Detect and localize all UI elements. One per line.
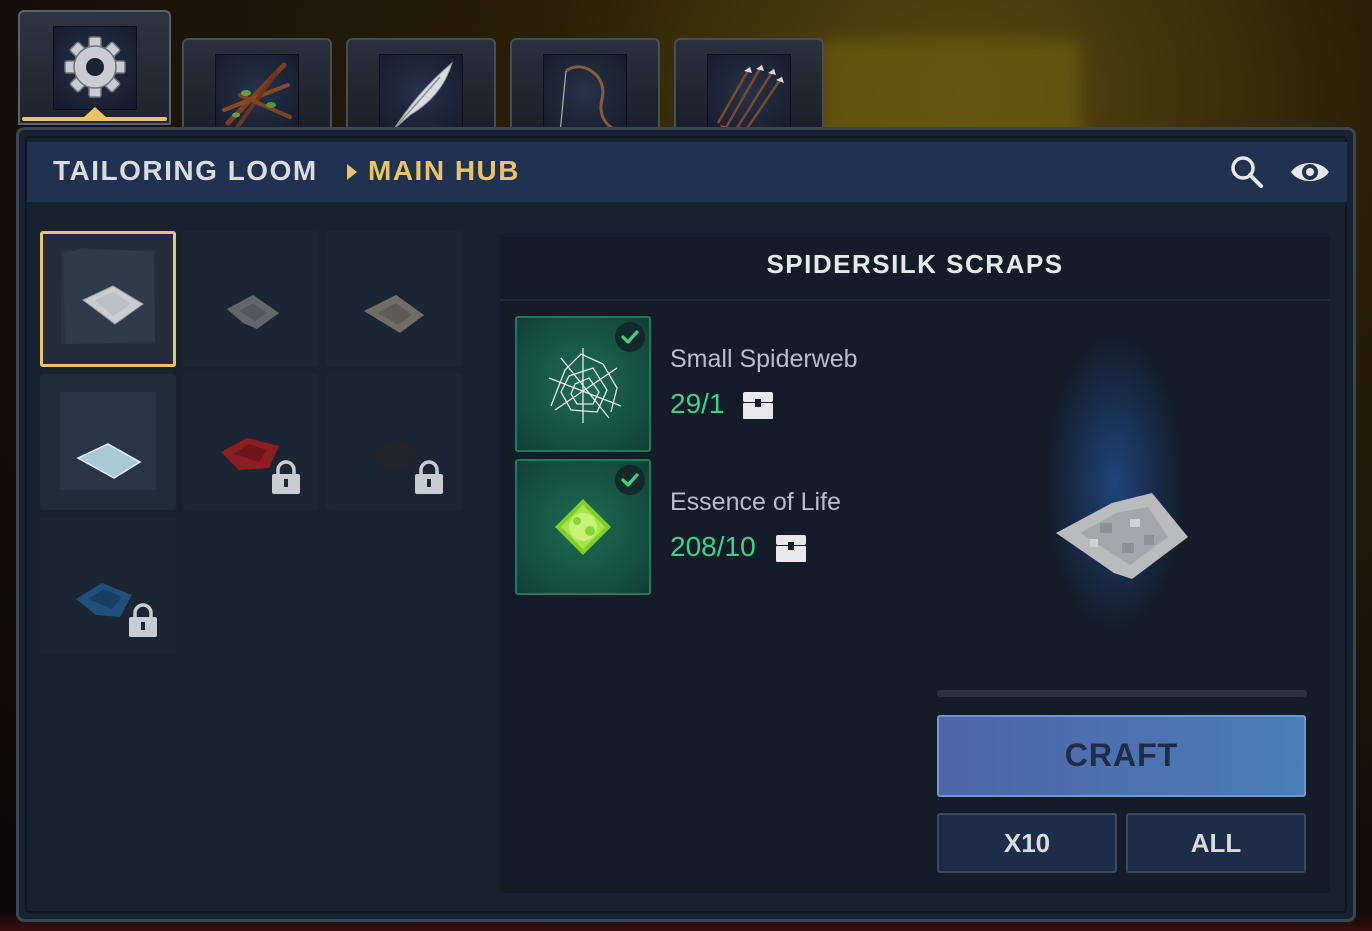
breadcrumb-station[interactable]: TAILORING LOOM (53, 155, 318, 187)
recipe-slot-cloth-blue[interactable] (40, 517, 176, 653)
lock-icon (129, 603, 157, 637)
spidersilk-scraps-preview (1056, 493, 1188, 579)
tab-arrows[interactable] (674, 38, 824, 138)
breadcrumb-separator-icon (347, 164, 357, 180)
recipe-slot-silk-scrap-pale-blue[interactable] (40, 374, 176, 510)
craft-x10-button[interactable]: X10 (937, 813, 1117, 873)
ingredient-count: 208/10 (670, 531, 756, 562)
check-icon (615, 465, 645, 495)
ingredient-slot-spiderweb[interactable] (515, 316, 651, 452)
recipe-slot-silk-scrap-stone[interactable] (326, 231, 462, 367)
breadcrumb-current: MAIN HUB (368, 155, 520, 186)
sticks-icon (215, 54, 299, 138)
storage-chest-icon (776, 535, 806, 562)
breadcrumb: TAILORING LOOM MAIN HUB (27, 142, 1347, 202)
bow-icon (543, 54, 627, 138)
recipe-slot-silk-scrap-white[interactable] (40, 231, 176, 367)
eye-icon[interactable] (1289, 154, 1331, 190)
craft-progress-bar (937, 690, 1307, 697)
storage-chest-icon (743, 392, 773, 419)
search-icon[interactable] (1229, 154, 1265, 190)
tab-feather[interactable] (346, 38, 496, 138)
recipe-slot-silk-scrap-gray[interactable] (183, 231, 319, 367)
title-divider (500, 299, 1330, 301)
recipe-slot-cloth-red[interactable] (183, 374, 319, 510)
active-tab-caret (83, 107, 106, 117)
lock-icon (272, 460, 300, 494)
silk-scrap-gray-icon (227, 295, 279, 329)
craft-all-button[interactable]: ALL (1126, 813, 1306, 873)
gear-icon (52, 26, 137, 110)
craft-button[interactable]: CRAFT (937, 715, 1306, 797)
ingredient-name: Small Spiderweb (670, 345, 858, 373)
arrows-icon (707, 54, 791, 138)
ingredient-count: 29/1 (670, 388, 725, 419)
feather-icon (379, 54, 463, 138)
recipe-title: SPIDERSILK SCRAPS (766, 249, 1064, 279)
active-tab-underline (22, 117, 167, 121)
tab-settings[interactable] (18, 10, 171, 125)
check-icon (615, 322, 645, 352)
silk-scrap-pale-blue-icon (60, 392, 156, 490)
crafting-panel: TAILORING LOOM MAIN HUB SPIDERSILK SCRAP… (16, 127, 1356, 922)
silk-scrap-white-icon (61, 248, 155, 344)
recipe-detail: SPIDERSILK SCRAPS Small Spiderweb 29/1 E… (500, 233, 1330, 893)
tab-bow[interactable] (510, 38, 660, 138)
silk-scrap-stone-icon (364, 295, 424, 333)
ingredient-name: Essence of Life (670, 488, 841, 516)
tab-sticks[interactable] (182, 38, 332, 138)
recipe-slot-cloth-black[interactable] (326, 374, 462, 510)
ingredient-slot-essence[interactable] (515, 459, 651, 595)
lock-icon (415, 460, 443, 494)
